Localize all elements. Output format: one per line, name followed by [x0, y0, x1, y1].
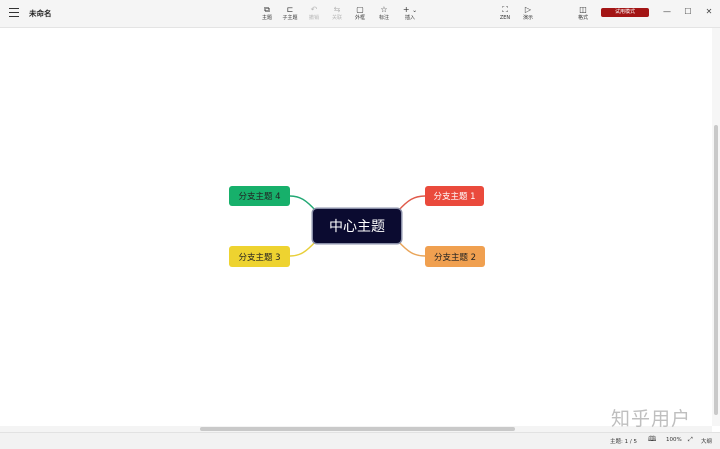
close-icon[interactable]: ✕: [702, 6, 716, 18]
tool-subtopic-label: 子主题: [282, 15, 298, 21]
relationship-icon: ⇆: [333, 5, 341, 14]
tool-undo-label: 撤销: [308, 15, 319, 21]
horizontal-scrollbar-thumb[interactable]: [200, 427, 515, 431]
hamburger-menu-icon[interactable]: [9, 8, 19, 17]
watermark: 知乎用户: [611, 408, 692, 430]
play-icon: ▷: [524, 5, 532, 14]
panel-icon: ◫: [579, 5, 587, 14]
undo-icon: ↶: [310, 5, 318, 14]
tool-boundary-label: 外框: [354, 15, 365, 21]
outline-button[interactable]: 大纲: [701, 437, 712, 445]
branch-topic-1[interactable]: 分支主题 1: [425, 186, 484, 206]
present-button[interactable]: ▷ 演示: [516, 4, 540, 22]
tool-undo-button[interactable]: ↶ 撤销: [302, 4, 326, 22]
tool-marker-button[interactable]: ☆ 标注: [372, 4, 396, 22]
format-label: 格式: [577, 15, 588, 21]
document-title[interactable]: 未命名: [29, 8, 52, 19]
connector-branch-1: [397, 195, 426, 212]
central-topic[interactable]: 中心主题: [313, 209, 401, 243]
minimize-icon[interactable]: —: [660, 6, 674, 18]
subtopic-icon: ⊏: [286, 5, 294, 14]
vertical-scrollbar-thumb[interactable]: [714, 125, 718, 415]
mindmap-canvas[interactable]: 中心主题 分支主题 1 分支主题 2 分支主题 3 分支主题 4: [0, 28, 712, 426]
tool-insert-button[interactable]: + ⌄ 插入: [397, 4, 423, 22]
connector-branch-4: [289, 195, 317, 212]
branch-topic-3[interactable]: 分支主题 3: [229, 246, 290, 267]
connector-branch-2: [397, 240, 426, 257]
trial-mode-button[interactable]: 试用模式: [601, 8, 649, 17]
chevron-down-icon: ⌄: [412, 7, 418, 14]
fit-view-icon[interactable]: ⤢: [688, 436, 693, 444]
tool-insert-label: 插入: [404, 15, 415, 21]
format-panel-button[interactable]: ◫ 格式: [571, 4, 595, 22]
branch-topic-2[interactable]: 分支主题 2: [425, 246, 485, 267]
zoom-level[interactable]: 100%: [666, 437, 682, 443]
boundary-icon: ▢: [356, 5, 364, 14]
star-icon: ☆: [380, 5, 388, 14]
zen-mode-label: ZEN: [499, 15, 511, 21]
plus-icon: + ⌄: [402, 5, 418, 14]
zen-mode-button[interactable]: ⛶ ZEN: [493, 4, 517, 22]
tool-relationship-button[interactable]: ⇆ 关联: [325, 4, 349, 22]
tool-subtopic-button[interactable]: ⊏ 子主题: [278, 4, 302, 22]
connector-branch-3: [289, 240, 317, 257]
tool-relationship-label: 关联: [331, 15, 342, 21]
topic-count: 主题: 1 / 5: [610, 439, 637, 445]
tool-topic-label: 主题: [261, 15, 272, 21]
map-view-icon[interactable]: 🕮: [648, 435, 656, 446]
branch-topic-4[interactable]: 分支主题 4: [229, 186, 290, 206]
fullscreen-icon: ⛶: [502, 5, 508, 14]
tool-topic-button[interactable]: ⧉ 主题: [255, 4, 279, 22]
tool-marker-label: 标注: [378, 15, 389, 21]
top-toolbar: 未命名 ⧉ 主题 ⊏ 子主题 ↶ 撤销 ⇆ 关联 ▢ 外框 ☆ 标注 + ⌄ 插…: [0, 0, 720, 28]
present-label: 演示: [522, 15, 533, 21]
status-bar: 主题: 1 / 5 🕮 100% ⤢ 大纲: [0, 432, 720, 449]
tool-boundary-button[interactable]: ▢ 外框: [348, 4, 372, 22]
topic-icon: ⧉: [264, 5, 270, 14]
maximize-icon[interactable]: ☐: [681, 6, 695, 18]
